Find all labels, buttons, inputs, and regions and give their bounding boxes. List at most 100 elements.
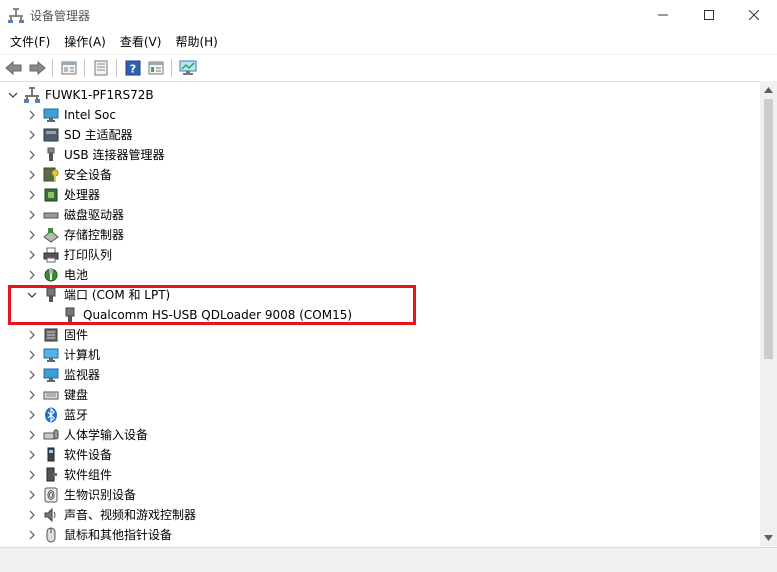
properties-icon (61, 61, 77, 74)
chevron-right-icon[interactable] (26, 269, 38, 281)
chevron-right-icon[interactable] (26, 329, 38, 341)
chevron-right-icon[interactable] (26, 169, 38, 181)
software-device-icon (47, 447, 55, 462)
chevron-right-icon[interactable] (26, 109, 38, 121)
menu-help[interactable]: 帮助(H) (168, 32, 224, 52)
tree-item-security[interactable]: 安全设备 (0, 165, 760, 185)
menu-view[interactable]: 查看(V) (113, 32, 169, 52)
storage-controller-icon (43, 228, 59, 243)
maximize-icon (704, 10, 714, 20)
chevron-right-icon[interactable] (26, 509, 38, 521)
chevron-right-icon[interactable] (26, 469, 38, 481)
tree-item-keyboard[interactable]: 键盘 (0, 385, 760, 405)
tree-item-disk[interactable]: 磁盘驱动器 (0, 205, 760, 225)
back-button[interactable] (3, 57, 25, 79)
toolbar-separator (84, 58, 85, 77)
chevron-right-icon[interactable] (26, 209, 38, 221)
tree-item-label: 鼠标和其他指针设备 (64, 528, 173, 542)
tree-root[interactable]: FUWK1-PF1RS72B (0, 85, 760, 105)
menu-file[interactable]: 文件(F) (3, 32, 57, 52)
tree-item-software-device[interactable]: 软件设备 (0, 445, 760, 465)
chevron-right-icon[interactable] (26, 149, 38, 161)
tree-item-hid[interactable]: 人体学输入设备 (0, 425, 760, 445)
toolbar-separator (116, 58, 117, 77)
tree-item-biometric[interactable]: 生物识别设备 (0, 485, 760, 505)
chevron-right-icon[interactable] (26, 389, 38, 401)
tree-item-label: USB 连接器管理器 (64, 148, 165, 162)
highlight-box (8, 285, 416, 325)
tree-item-label: 打印队列 (64, 248, 113, 262)
tree-item-label: 软件组件 (64, 468, 113, 482)
tree-item-label: 固件 (64, 328, 89, 342)
tree-item-sd-host[interactable]: SD 主适配器 (0, 125, 760, 145)
chevron-right-icon[interactable] (26, 129, 38, 141)
chevron-right-icon[interactable] (26, 409, 38, 421)
scan-hardware-button[interactable] (177, 57, 199, 79)
scroll-up-arrow-icon[interactable] (760, 81, 777, 98)
chevron-right-icon[interactable] (26, 449, 38, 461)
tree-item-usb-connector[interactable]: USB 连接器管理器 (0, 145, 760, 165)
minimize-icon (658, 14, 668, 16)
close-button[interactable] (731, 0, 777, 30)
chevron-right-icon[interactable] (26, 229, 38, 241)
sd-host-icon (43, 128, 59, 142)
help-icon: ? (125, 60, 141, 75)
monitor-icon (43, 368, 59, 382)
tree-item-label: 生物识别设备 (64, 488, 137, 502)
tree-item-processor[interactable]: 处理器 (0, 185, 760, 205)
forward-icon (29, 60, 46, 75)
keyboard-icon (43, 391, 59, 400)
properties-button[interactable] (58, 57, 80, 79)
minimize-button[interactable] (640, 0, 686, 30)
tree-item-sound[interactable]: 声音、视频和游戏控制器 (0, 505, 760, 525)
status-bar (0, 547, 777, 572)
tree-item-label: 存储控制器 (64, 228, 125, 242)
chevron-down-icon[interactable] (7, 89, 19, 101)
vertical-scrollbar[interactable] (760, 81, 777, 546)
scrollbar-thumb[interactable] (764, 99, 773, 359)
chevron-right-icon[interactable] (26, 349, 38, 361)
chevron-right-icon[interactable] (26, 249, 38, 261)
tree-item-label: 电池 (64, 268, 89, 282)
tree-item-computer[interactable]: 计算机 (0, 345, 760, 365)
tree-item-monitor[interactable]: 监视器 (0, 365, 760, 385)
back-icon (5, 60, 22, 75)
chevron-right-icon[interactable] (26, 189, 38, 201)
tree-item-label: 软件设备 (64, 448, 113, 462)
maximize-button[interactable] (686, 0, 732, 30)
chevron-right-icon[interactable] (26, 429, 38, 441)
tree-item-firmware[interactable]: 固件 (0, 325, 760, 345)
tree-item-label: 安全设备 (64, 168, 113, 182)
battery-icon (44, 268, 58, 282)
tree-item-label: 键盘 (64, 388, 89, 402)
chevron-right-icon[interactable] (26, 369, 38, 381)
toolbar-separator (171, 58, 172, 77)
hid-icon (43, 429, 59, 440)
tree-item-label: Intel Soc (64, 108, 116, 122)
tree-item-software-component[interactable]: 软件组件 (0, 465, 760, 485)
view-icon (148, 61, 164, 74)
chevron-right-icon[interactable] (26, 489, 38, 501)
title-bar: 设备管理器 (0, 0, 777, 30)
tree-item-label: 磁盘驱动器 (64, 208, 125, 222)
computer-icon (43, 348, 59, 362)
view-button[interactable] (145, 57, 167, 79)
chevron-right-icon[interactable] (26, 529, 38, 541)
scroll-down-arrow-icon[interactable] (760, 529, 777, 546)
update-driver-button[interactable] (90, 57, 112, 79)
help-button[interactable]: ? (122, 57, 144, 79)
tree-item-label: 处理器 (64, 188, 101, 202)
menu-action[interactable]: 操作(A) (57, 32, 113, 52)
tree-item-intel-soc[interactable]: Intel Soc (0, 105, 760, 125)
usb-icon (47, 147, 55, 161)
device-manager-app-icon (8, 8, 24, 23)
scan-hardware-icon (179, 60, 197, 75)
tree-item-battery[interactable]: 电池 (0, 265, 760, 285)
tree-item-mouse[interactable]: 鼠标和其他指针设备 (0, 525, 760, 545)
close-icon (749, 10, 759, 20)
disk-icon (43, 212, 59, 219)
forward-button[interactable] (26, 57, 48, 79)
tree-item-storage-controller[interactable]: 存储控制器 (0, 225, 760, 245)
tree-item-bluetooth[interactable]: 蓝牙 (0, 405, 760, 425)
tree-item-print-queue[interactable]: 打印队列 (0, 245, 760, 265)
